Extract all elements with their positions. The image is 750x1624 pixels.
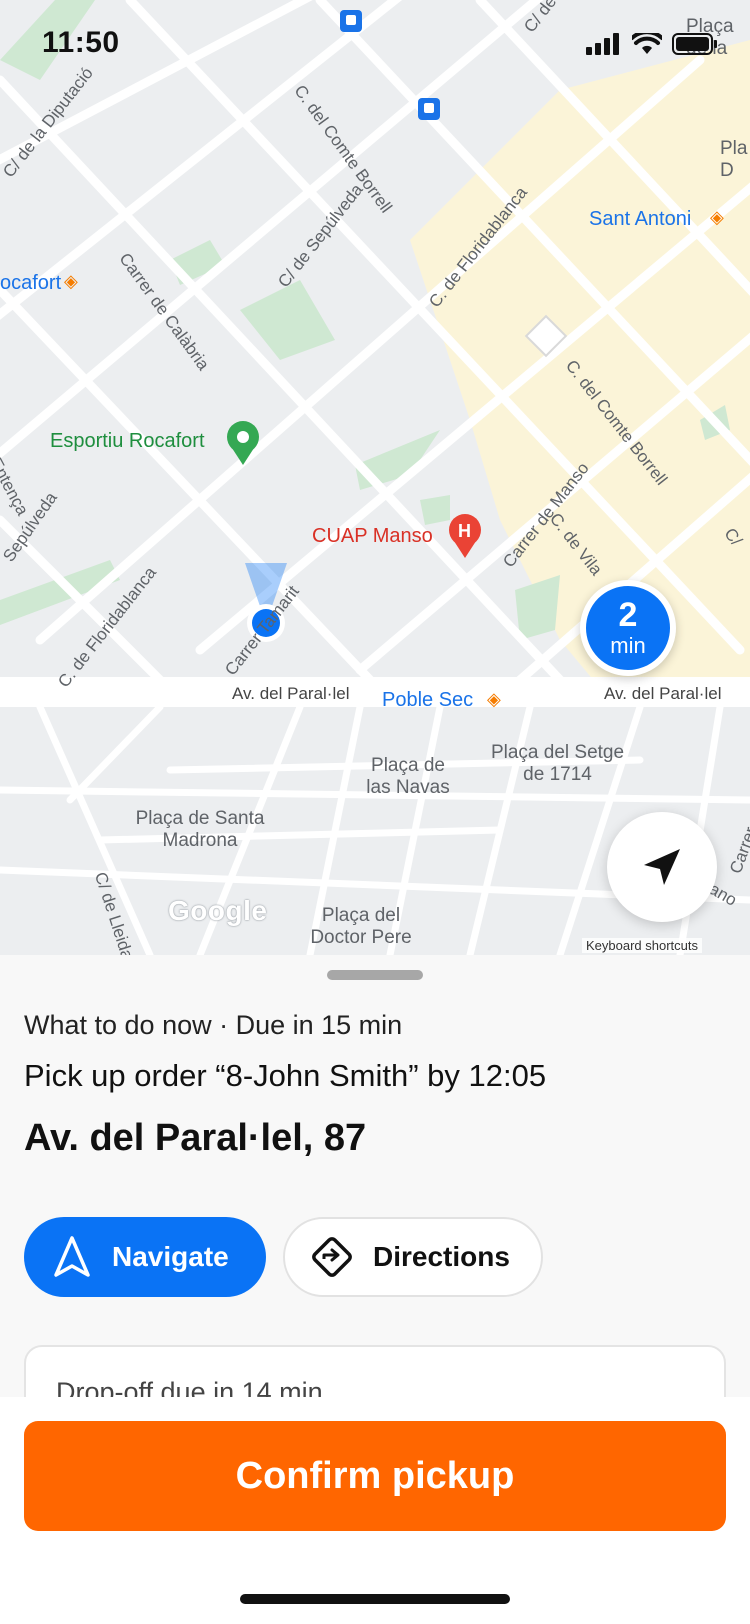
status-icons — [586, 33, 718, 55]
navigate-label: Navigate — [112, 1241, 229, 1272]
plaza-label: Pla D — [720, 138, 748, 181]
metro-icon: ◈ — [487, 689, 501, 709]
sheet-drag-handle[interactable] — [327, 970, 423, 980]
poi-cuap-manso[interactable]: CUAP Manso — [312, 525, 433, 547]
poi-poble-sec[interactable]: Poble Sec — [382, 689, 473, 711]
eta-value: 2 — [618, 595, 638, 634]
signal-icon — [586, 33, 619, 55]
plaza-label: Plaça de las Navas — [366, 755, 450, 798]
bottom-action-bar: Confirm pickup — [0, 1397, 750, 1624]
keyboard-shortcuts-link[interactable]: Keyboard shortcuts — [582, 938, 703, 953]
task-due-line: What to do now · Due in 15 min — [24, 1010, 403, 1040]
eta-badge: 2 min — [580, 580, 676, 676]
poi-esportiu-rocafort[interactable]: Esportiu Rocafort — [50, 430, 205, 452]
google-logo: Google — [168, 895, 268, 926]
task-order-line: Pick up order “8-John Smith” by 12:05 — [24, 1058, 547, 1093]
plaza-label: Plaça de Santa Madrona — [135, 808, 265, 851]
pickup-address: Av. del Paral·lel, 87 — [24, 1117, 367, 1159]
status-time: 11:50 — [42, 26, 120, 59]
metro-icon: ◈ — [710, 207, 724, 227]
plaza-label: Plaça del Doctor Pere — [310, 905, 412, 948]
plaza-label: Plaça del Setge de 1714 — [490, 742, 625, 785]
directions-button[interactable]: Directions — [283, 1217, 543, 1297]
svg-text:H: H — [458, 521, 471, 541]
poi-rocafort-metro[interactable]: ocafort — [0, 272, 61, 294]
map-view[interactable]: H C/ de la Diputació C. del Comte Borrel… — [0, 0, 750, 955]
street-label: Av. del Paral·lel — [604, 684, 722, 703]
street-label: Av. del Paral·lel — [232, 684, 350, 703]
metro-icon: ◈ — [64, 271, 78, 291]
recenter-button[interactable] — [607, 812, 717, 922]
directions-icon — [312, 1237, 352, 1277]
eta-unit: min — [610, 632, 646, 658]
wifi-icon — [632, 33, 662, 54]
navigation-arrow-icon — [54, 1236, 90, 1277]
home-indicator[interactable] — [240, 1594, 510, 1604]
confirm-pickup-button[interactable]: Confirm pickup — [24, 1421, 726, 1531]
directions-label: Directions — [373, 1241, 510, 1272]
battery-icon — [672, 33, 717, 55]
location-arrow-icon — [644, 849, 680, 885]
poi-sant-antoni[interactable]: Sant Antoni — [589, 208, 691, 230]
map-streets-layer: H — [0, 0, 750, 955]
navigate-button[interactable]: Navigate — [24, 1217, 266, 1297]
